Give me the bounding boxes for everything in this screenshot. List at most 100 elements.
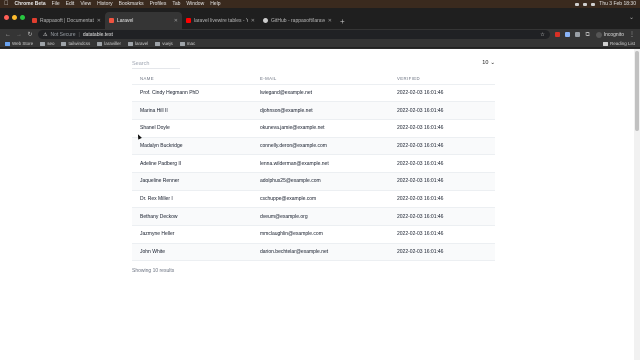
table-row: Madalyn Buckridge connelly.deron@example… xyxy=(132,137,495,156)
menu-window[interactable]: Window xyxy=(186,1,204,7)
column-header-email[interactable]: E-MAIL xyxy=(252,74,389,85)
cell-name: Shanel Doyle xyxy=(132,119,252,138)
reload-icon[interactable]: ↻ xyxy=(27,32,33,38)
tab-laravel[interactable]: Laravel ✕ xyxy=(105,12,182,29)
menu-view[interactable]: View xyxy=(80,1,91,7)
apple-icon[interactable]:  xyxy=(4,1,9,7)
url-text[interactable]: datatable.test xyxy=(83,32,113,38)
close-tab-icon[interactable]: ✕ xyxy=(97,18,101,24)
kebab-menu-icon[interactable]: ⋮ xyxy=(629,32,635,38)
search-input[interactable] xyxy=(132,59,180,69)
laravel-favicon-icon xyxy=(109,18,114,23)
close-tab-icon[interactable]: ✕ xyxy=(174,18,178,24)
scrollbar-thumb[interactable] xyxy=(635,51,639,131)
cell-verified: 2022-02-03 16:01:46 xyxy=(389,172,495,191)
cell-verified: 2022-02-03 16:01:46 xyxy=(389,225,495,244)
bookmark-star-icon[interactable]: ☆ xyxy=(540,32,544,38)
bookmark-folder-laraviller[interactable]: laraviller xyxy=(97,41,121,46)
bookmark-folder-vuejs[interactable]: vuejs xyxy=(155,41,173,46)
column-header-verified[interactable]: VERIFIED xyxy=(389,74,495,85)
bookmark-label: laraviller xyxy=(104,41,121,46)
cell-name: Dr. Rex Miller I xyxy=(132,190,252,209)
bookmark-label: Web Store xyxy=(12,41,34,46)
reading-list-button[interactable]: Reading List xyxy=(602,41,635,46)
extension-red-icon[interactable] xyxy=(554,32,560,37)
close-tab-icon[interactable]: ✕ xyxy=(328,18,332,24)
menu-tab[interactable]: Tab xyxy=(172,1,180,7)
users-table: NAME E-MAIL VERIFIED Prof. Cindy Hegmann… xyxy=(132,74,495,262)
tab-title: laravel livewire tables - YouTu xyxy=(194,17,248,24)
cell-email: okuneva.jamie@example.net xyxy=(252,119,389,138)
results-count: Showing 10 results xyxy=(132,268,175,274)
cell-name: Adeline Padberg II xyxy=(132,154,252,173)
menu-clock[interactable]: Thu 3 Feb 18:30 xyxy=(599,1,636,7)
address-bar[interactable]: ⚠ Not Secure | datatable.test ☆ xyxy=(38,30,550,39)
cell-email: djohnson@example.net xyxy=(252,101,389,120)
back-icon[interactable]: ← xyxy=(5,32,11,38)
menu-app-name[interactable]: Chrome Beta xyxy=(15,1,46,7)
status-icons: Thu 3 Feb 18:30 xyxy=(575,1,636,7)
tab-github[interactable]: GitHub - rappasoft/laravel-liv ✕ xyxy=(259,12,336,29)
cell-name: Bethany Deckow xyxy=(132,207,252,226)
search-spotlight-icon[interactable] xyxy=(591,2,596,6)
bookmark-label: tailwindcss xyxy=(68,41,91,46)
minimize-window-icon[interactable] xyxy=(12,15,17,20)
bookmark-folder-mac[interactable]: mac xyxy=(179,41,195,46)
bookmark-folder-seo[interactable]: seo xyxy=(40,41,54,46)
zoom-window-icon[interactable] xyxy=(20,15,25,20)
menu-bookmarks[interactable]: Bookmarks xyxy=(119,1,144,7)
column-header-name[interactable]: NAME xyxy=(132,74,252,85)
folder-icon xyxy=(127,41,133,46)
window-controls xyxy=(4,15,25,20)
table-row: Dr. Rex Miller I cschuppe@example.com 20… xyxy=(132,190,495,209)
close-window-icon[interactable] xyxy=(4,15,9,20)
wifi-icon[interactable] xyxy=(583,2,588,6)
address-separator: | xyxy=(78,31,80,38)
battery-icon[interactable] xyxy=(575,2,580,6)
browser-tab-strip: Rappasoft | Documentation | L ✕ Laravel … xyxy=(0,8,640,29)
menu-file[interactable]: File xyxy=(52,1,60,7)
tab-search-icon[interactable]: ⌄ xyxy=(629,14,634,21)
table-row: Prof. Cindy Hegmann PhD lwiegand@example… xyxy=(132,84,495,103)
menu-edit[interactable]: Edit xyxy=(66,1,75,7)
cell-email: connelly.deron@example.com xyxy=(252,137,389,156)
tab-title: Laravel xyxy=(117,17,134,24)
table-controls: 10 ⌄ xyxy=(132,59,495,71)
cell-name: Prof. Cindy Hegmann PhD xyxy=(132,84,252,103)
extension-grey-icon[interactable] xyxy=(574,32,580,37)
folder-icon xyxy=(155,41,161,46)
profile-button[interactable]: Incognito xyxy=(595,31,624,38)
table-row: Adeline Padberg II lenna.wilderman@examp… xyxy=(132,154,495,173)
security-label[interactable]: Not Secure xyxy=(50,32,75,38)
menu-help[interactable]: Help xyxy=(210,1,220,7)
page-viewport: 10 ⌄ NAME E-MAIL VERIFIED Prof. Cindy He… xyxy=(0,49,640,360)
new-tab-icon[interactable]: + xyxy=(340,17,345,26)
extension-blue-icon[interactable] xyxy=(564,32,570,37)
page-scrollbar[interactable] xyxy=(634,49,640,360)
close-tab-icon[interactable]: ✕ xyxy=(251,18,255,24)
youtube-favicon-icon xyxy=(186,18,191,23)
cell-name: John White xyxy=(132,243,252,262)
folder-icon xyxy=(179,41,185,46)
cell-verified: 2022-02-03 16:01:46 xyxy=(389,243,495,262)
tab-youtube[interactable]: laravel livewire tables - YouTu ✕ xyxy=(182,12,259,29)
warning-icon[interactable]: ⚠ xyxy=(43,32,47,38)
cell-verified: 2022-02-03 16:01:46 xyxy=(389,101,495,120)
tab-rappasoft-docs[interactable]: Rappasoft | Documentation | L ✕ xyxy=(28,12,105,29)
extensions-puzzle-icon[interactable]: ⧉ xyxy=(585,32,591,38)
browser-toolbar: ← → ↻ ⚠ Not Secure | datatable.test ☆ ⧉ … xyxy=(0,29,640,40)
bookmark-folder-tailwindcss[interactable]: tailwindcss xyxy=(61,41,90,46)
bookmarks-bar: Web Store seo tailwindcss laraviller lar… xyxy=(0,40,640,48)
menu-history[interactable]: History xyxy=(97,1,113,7)
forward-icon[interactable]: → xyxy=(16,32,22,38)
tab-title: GitHub - rappasoft/laravel-liv xyxy=(271,17,325,24)
per-page-select[interactable]: 10 ⌄ xyxy=(482,60,495,66)
tab-title: Rappasoft | Documentation | L xyxy=(40,17,94,24)
rappasoft-favicon-icon xyxy=(32,18,37,23)
cell-email: darion.bechtelar@example.net xyxy=(252,243,389,262)
menu-profiles[interactable]: Profiles xyxy=(150,1,167,7)
bookmark-web-store[interactable]: Web Store xyxy=(5,41,33,46)
profile-label: Incognito xyxy=(603,31,624,38)
bookmark-folder-laravel[interactable]: laravel xyxy=(127,41,148,46)
folder-icon xyxy=(97,41,103,46)
